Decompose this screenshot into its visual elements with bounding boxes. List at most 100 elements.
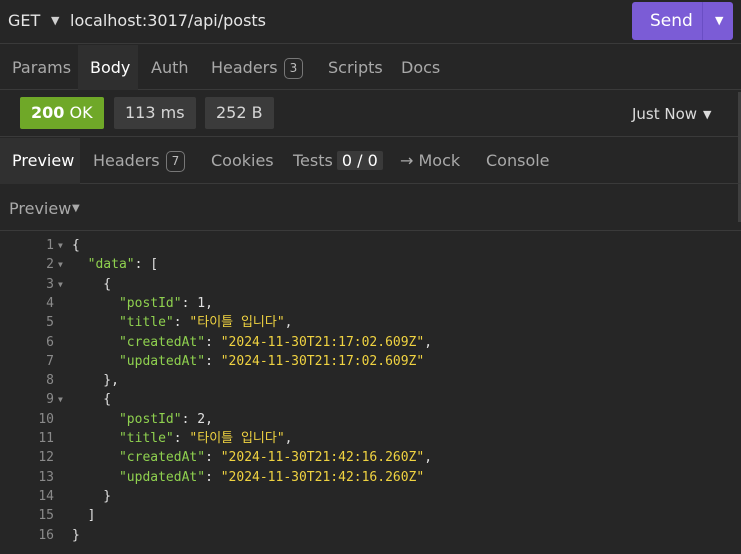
code-text: {: [72, 390, 111, 409]
json-key: "postId": [118, 295, 182, 311]
json-punct: },: [72, 373, 119, 389]
code-text: "updatedAt": "2024-11-30T21:42:16.260Z": [72, 468, 424, 487]
send-button[interactable]: Send ▼: [632, 2, 733, 40]
preview-mode-bar: Preview ▼: [0, 185, 741, 231]
json-punct: ,: [205, 411, 213, 427]
tab-scripts[interactable]: Scripts: [328, 58, 383, 77]
fold-arrow-icon[interactable]: ▼: [58, 255, 63, 274]
tab-cookies[interactable]: Cookies: [211, 151, 274, 170]
tab-docs[interactable]: Docs: [401, 58, 440, 77]
json-punct: :: [205, 450, 221, 466]
json-punct: :: [181, 295, 198, 311]
json-punct: ,: [424, 334, 433, 350]
line-number: 12: [38, 450, 54, 466]
code-text: },: [72, 371, 119, 390]
json-number: 1: [197, 295, 206, 311]
code-text: "createdAt": "2024-11-30T21:17:02.609Z",: [72, 333, 432, 352]
tab-response-headers[interactable]: Headers 7: [93, 151, 186, 172]
line-number: 4: [46, 295, 54, 311]
line-number: 13: [38, 469, 54, 485]
json-punct: [72, 296, 119, 311]
json-punct: [72, 257, 88, 272]
request-tabs: Params Body Auth Headers 3 Scripts Docs: [0, 45, 741, 90]
line-number: 15: [38, 508, 54, 524]
response-time: 113 ms: [114, 97, 196, 129]
code-text: "title": "타이틀 입니다",: [72, 313, 293, 332]
json-punct: :: [173, 315, 190, 331]
line-number: 5: [46, 315, 54, 331]
json-punct: :: [205, 353, 221, 369]
tab-params[interactable]: Params: [12, 58, 71, 77]
preview-mode-dropdown[interactable]: Preview: [9, 199, 71, 218]
json-key: "createdAt": [118, 450, 206, 466]
code-text: {: [72, 236, 80, 255]
tab-auth[interactable]: Auth: [151, 58, 189, 77]
response-size: 252 B: [205, 97, 274, 129]
history-dropdown[interactable]: Just Now: [632, 105, 697, 123]
fold-arrow-icon[interactable]: ▼: [58, 390, 63, 409]
status-code: 200: [31, 103, 65, 122]
json-punct: :: [181, 411, 198, 427]
line-number: 7: [46, 353, 54, 369]
code-text: ]: [72, 506, 96, 525]
response-headers-count-badge: 7: [165, 151, 186, 172]
code-text: "updatedAt": "2024-11-30T21:17:02.609Z": [72, 352, 424, 371]
status-text: OK: [69, 103, 93, 122]
line-number: 9: [46, 392, 54, 408]
line-number: 3: [46, 276, 54, 292]
json-punct: ,: [284, 431, 293, 446]
json-punct: [72, 335, 119, 350]
tab-preview[interactable]: Preview: [12, 151, 74, 170]
code-text: {: [72, 275, 111, 294]
json-key: "data": [87, 257, 135, 273]
line-number: 14: [38, 488, 54, 504]
url-input[interactable]: localhost:3017/api/posts: [70, 11, 266, 30]
tab-tests[interactable]: Tests 0 / 0: [293, 151, 383, 170]
json-punct: ,: [424, 450, 433, 466]
json-punct: }: [72, 488, 112, 504]
json-punct: [72, 470, 119, 485]
tab-headers[interactable]: Headers 3: [211, 58, 304, 79]
fold-arrow-icon[interactable]: ▼: [58, 275, 63, 294]
code-text: "title": "타이틀 입니다",: [72, 429, 293, 448]
tab-response-headers-label: Headers: [93, 151, 160, 170]
json-punct: {: [72, 392, 112, 408]
json-punct: ,: [284, 315, 293, 331]
tab-console[interactable]: Console: [486, 151, 550, 170]
json-number: 2: [197, 411, 206, 427]
json-punct: [72, 450, 119, 465]
chevron-down-icon[interactable]: ▼: [715, 14, 723, 27]
json-string: "2024-11-30T21:17:02.609Z": [220, 353, 425, 369]
json-key: "title": [118, 431, 174, 446]
send-divider: [702, 2, 703, 40]
fold-arrow-icon[interactable]: ▼: [58, 236, 63, 255]
json-punct: ]: [72, 508, 96, 524]
line-number: 1: [46, 238, 54, 253]
json-punct: [72, 315, 119, 330]
status-badge: 200 OK: [20, 97, 104, 129]
json-string: "2024-11-30T21:17:02.609Z": [220, 334, 425, 350]
tab-mock[interactable]: → Mock: [400, 151, 460, 170]
line-number: 6: [46, 334, 54, 350]
line-number: 2: [46, 257, 54, 273]
json-punct: :: [205, 469, 221, 485]
line-number: 10: [38, 411, 54, 427]
json-punct: :: [205, 334, 221, 350]
json-key: "postId": [118, 411, 182, 427]
json-string: "타이틀 입니다": [189, 431, 285, 446]
response-status-bar: 200 OK 113 ms 252 B Just Now ▼: [0, 91, 741, 137]
json-punct: :: [173, 431, 190, 446]
chevron-down-icon[interactable]: ▼: [703, 108, 711, 121]
json-string: "2024-11-30T21:42:16.260Z": [220, 469, 425, 485]
chevron-down-icon[interactable]: ▼: [72, 203, 80, 214]
code-text: }: [72, 526, 80, 545]
json-key: "title": [118, 315, 174, 331]
code-text: "data": [: [72, 255, 158, 274]
code-text: }: [72, 487, 111, 506]
tab-tests-label: Tests: [293, 151, 333, 170]
json-string: "2024-11-30T21:42:16.260Z": [220, 450, 425, 466]
method-select[interactable]: GET: [8, 11, 40, 30]
json-punct: [72, 412, 119, 427]
chevron-down-icon[interactable]: ▼: [51, 14, 59, 27]
tab-body[interactable]: Body: [90, 58, 130, 77]
